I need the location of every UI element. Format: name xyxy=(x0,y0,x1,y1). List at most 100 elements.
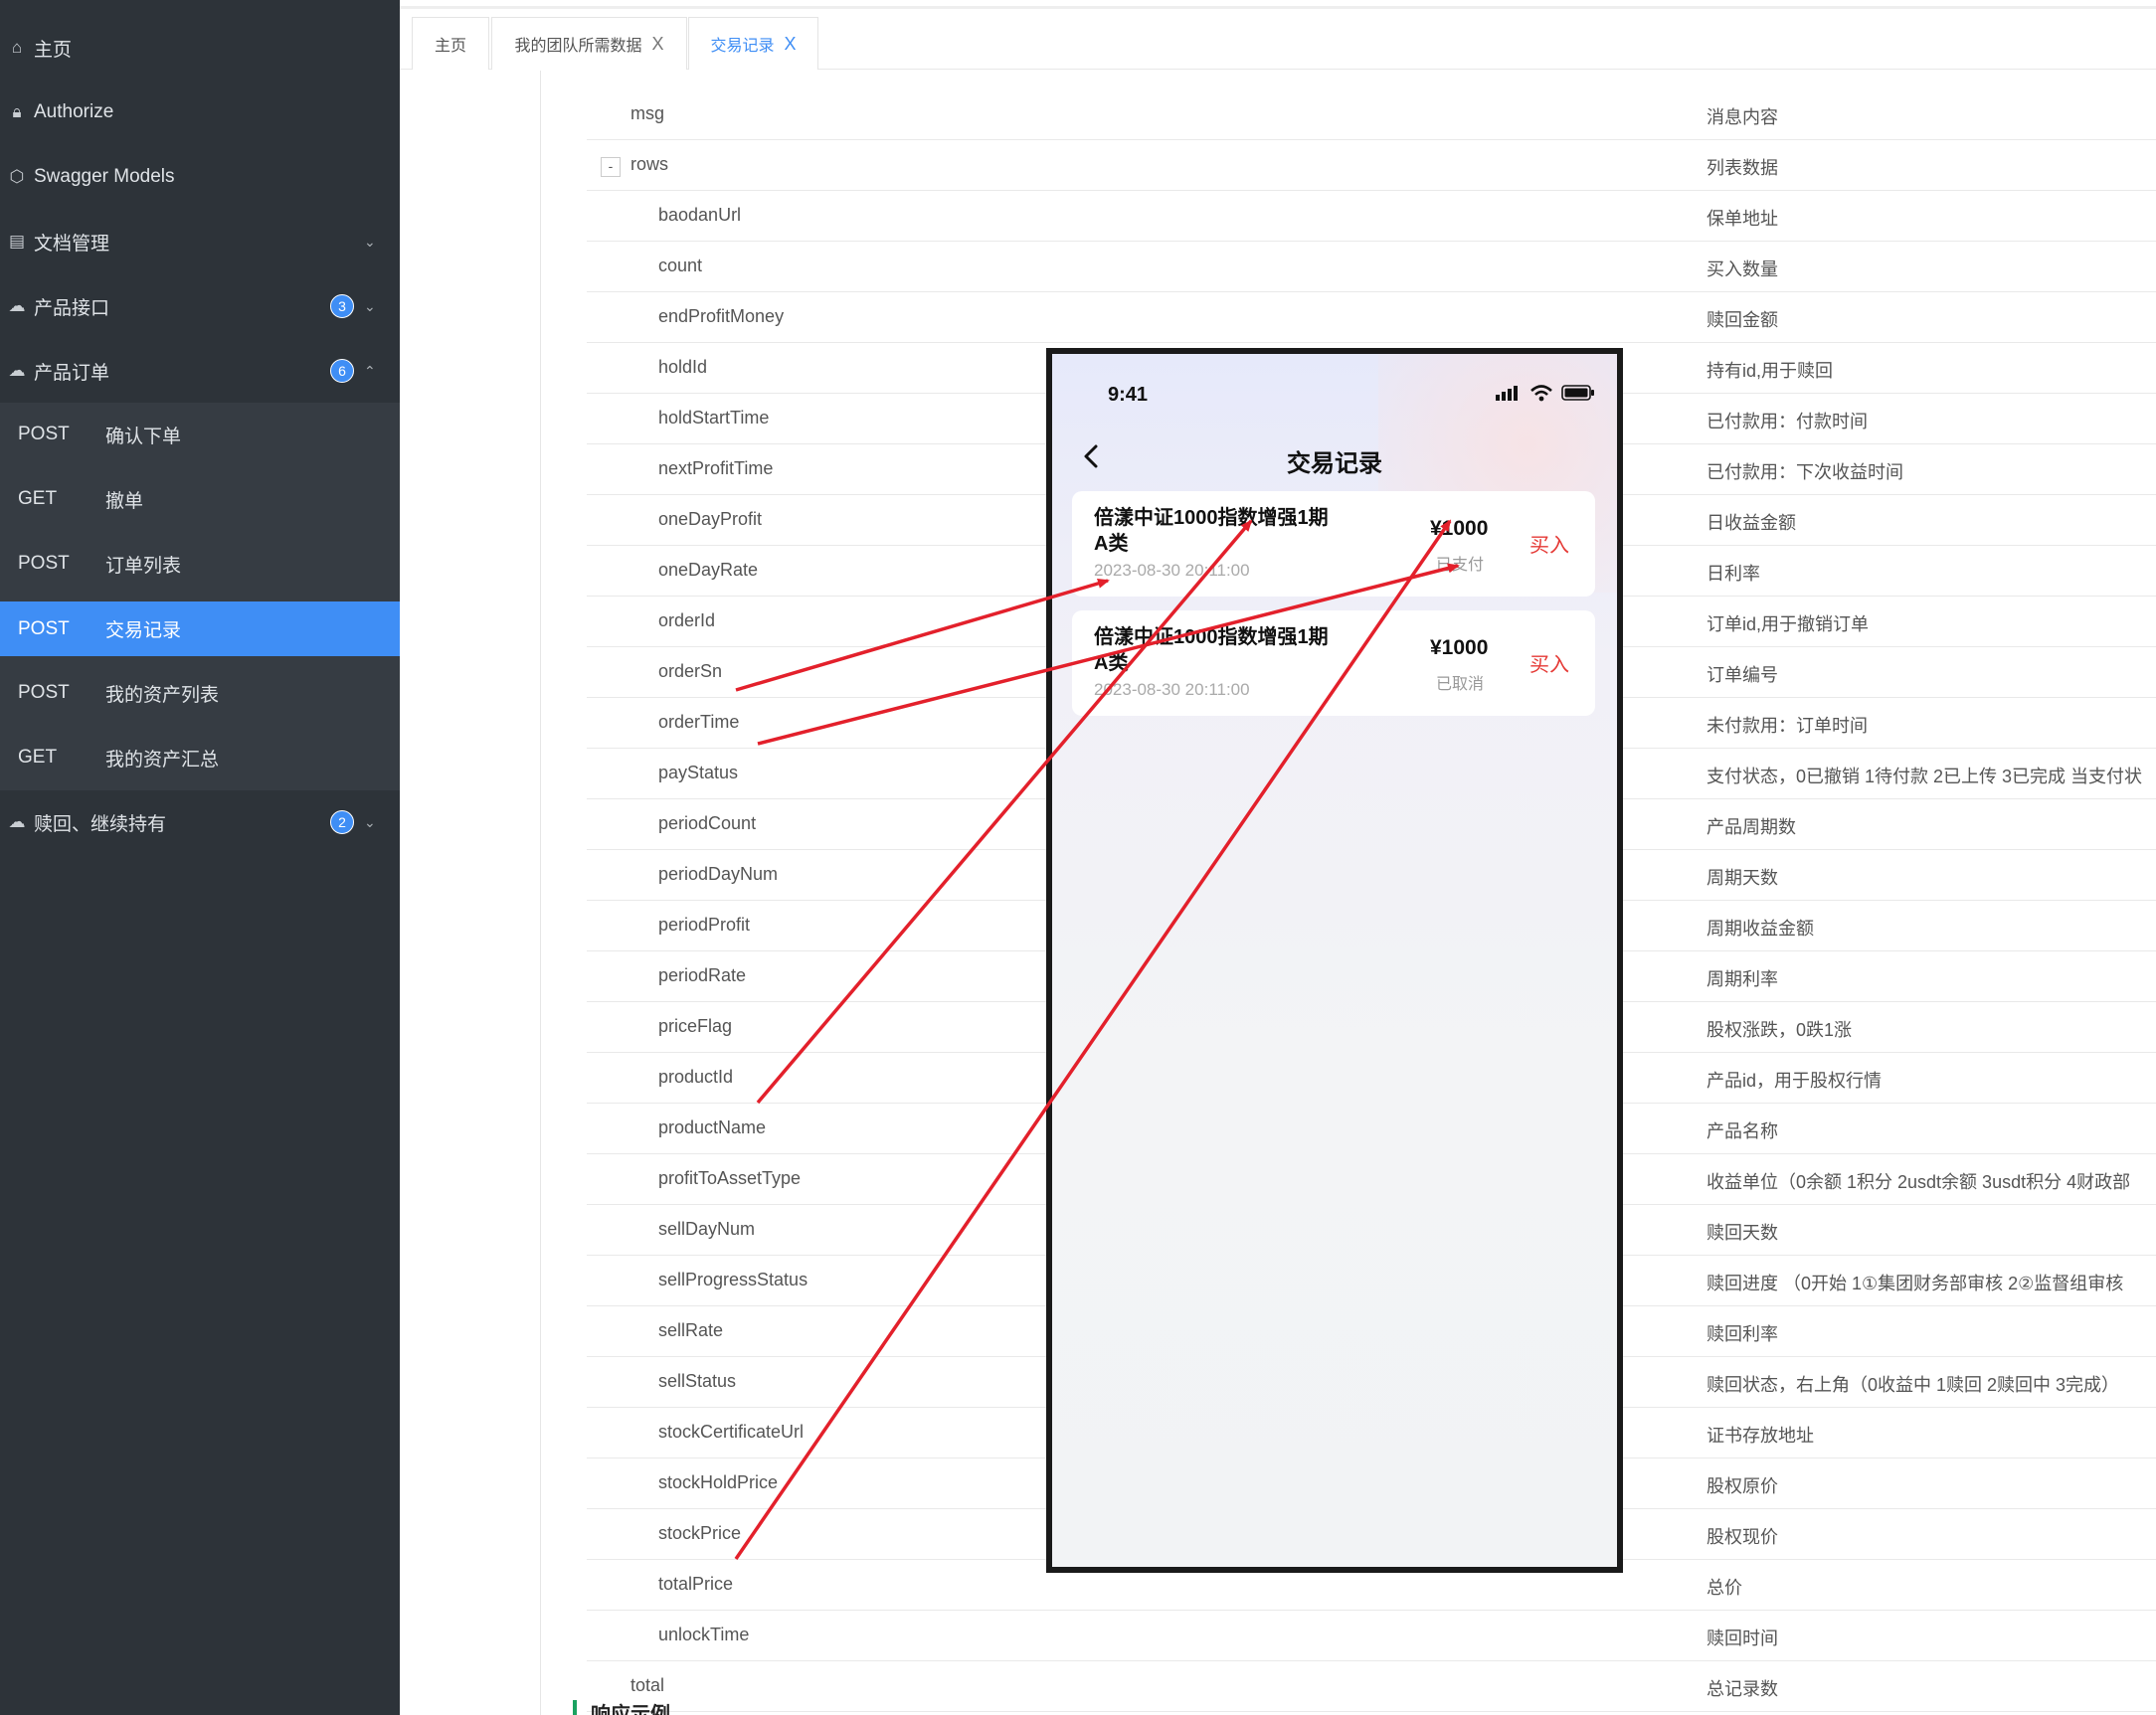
field-row: unlockTime 赎回时间 xyxy=(587,1611,2156,1661)
nav-doc-management[interactable]: ▤ 文档管理 ⌄ xyxy=(0,210,400,273)
field-name: sellStatus xyxy=(658,1371,737,1391)
nav-authorize[interactable]: 🔒︎ Authorize xyxy=(0,81,400,144)
tab-label: 我的团队所需数据 xyxy=(514,38,642,55)
tab-bar: 主页 我的团队所需数据 X 交易记录 X xyxy=(400,0,2156,70)
field-description: 赎回利率 xyxy=(1707,1324,1778,1344)
field-name: sellProgressStatus xyxy=(658,1270,808,1289)
http-method: GET xyxy=(18,747,58,768)
product-name: 倍漾中证1000指数增强1期A类 xyxy=(1094,507,1329,555)
field-name: sellRate xyxy=(658,1320,724,1340)
tab-transaction-records[interactable]: 交易记录 X xyxy=(688,17,818,70)
transaction-card[interactable]: 倍漾中证1000指数增强1期A类 2023-08-30 20:11:00 ¥10… xyxy=(1072,610,1595,716)
tree-guide-line xyxy=(540,71,541,1715)
chevron-down-icon: ⌄ xyxy=(364,233,376,250)
nav-label: 文档管理 xyxy=(34,233,110,255)
total-price: ¥1000 xyxy=(1430,636,1489,659)
status-icons xyxy=(1496,384,1595,402)
field-description: 周期天数 xyxy=(1707,868,1778,888)
field-description: 持有id,用于赎回 xyxy=(1707,361,1834,381)
subnav-asset-list[interactable]: POST 我的资产列表 xyxy=(0,661,400,725)
collapse-toggle[interactable]: - xyxy=(601,157,621,177)
field-row: msg 消息内容 xyxy=(587,89,2156,140)
field-name: orderSn xyxy=(658,661,723,681)
field-description: 日利率 xyxy=(1707,564,1760,584)
subnav-asset-summary[interactable]: GET 我的资产汇总 xyxy=(0,726,400,789)
http-method: POST xyxy=(18,682,70,703)
field-name: nextProfitTime xyxy=(658,458,774,478)
field-description: 周期收益金额 xyxy=(1707,919,1814,939)
field-description: 股权现价 xyxy=(1707,1527,1778,1547)
field-row: baodanUrl 保单地址 xyxy=(587,191,2156,242)
nav-home[interactable]: ⌂ 主页 xyxy=(0,16,400,80)
field-description: 赎回金额 xyxy=(1707,310,1778,330)
field-description: 总价 xyxy=(1707,1578,1742,1598)
field-description: 订单编号 xyxy=(1707,665,1778,685)
status-time: 9:41 xyxy=(1108,384,1149,406)
nav-label: 产品接口 xyxy=(34,297,110,319)
buy-button[interactable]: 买入 xyxy=(1529,648,1569,677)
field-name: holdId xyxy=(658,357,708,377)
transaction-card[interactable]: 倍漾中证1000指数增强1期A类 2023-08-30 20:11:00 ¥10… xyxy=(1072,491,1595,597)
tab-label: 主页 xyxy=(434,38,466,55)
response-example-heading: 响应示例 xyxy=(573,1700,670,1715)
subnav-order-list[interactable]: POST 订单列表 xyxy=(0,532,400,596)
nav-product-api[interactable]: ☁ 产品接口 3 ⌄ xyxy=(0,274,400,338)
tab-label: 交易记录 xyxy=(710,38,775,55)
count-badge: 6 xyxy=(330,359,354,383)
field-name: productName xyxy=(658,1117,767,1137)
chevron-up-icon: ⌃ xyxy=(364,362,376,379)
field-name: oneDayProfit xyxy=(658,509,763,529)
field-name: profitToAssetType xyxy=(658,1168,802,1188)
close-icon[interactable]: X xyxy=(785,34,797,55)
nav-product-order[interactable]: ☁ 产品订单 6 ⌃ xyxy=(0,339,400,403)
field-row: total 总记录数 xyxy=(587,1661,2156,1712)
field-row: endProfitMoney 赎回金额 xyxy=(587,292,2156,343)
field-description: 赎回天数 xyxy=(1707,1223,1778,1243)
field-name: oneDayRate xyxy=(658,560,759,580)
nav-label: Swagger Models xyxy=(34,166,175,187)
field-description: 支付状态，0已撤销 1待付款 2已上传 3已完成 当支付状 xyxy=(1707,767,2143,786)
chevron-down-icon: ⌄ xyxy=(364,297,376,314)
cloud-icon: ☁ xyxy=(8,812,26,831)
field-row: - rows 列表数据 xyxy=(587,140,2156,191)
http-method: GET xyxy=(18,488,58,509)
http-method: POST xyxy=(18,553,70,574)
field-description: 列表数据 xyxy=(1707,158,1778,178)
field-name: baodanUrl xyxy=(658,205,742,225)
field-description: 产品周期数 xyxy=(1707,817,1796,837)
field-description: 保单地址 xyxy=(1707,209,1778,229)
field-description: 收益单位（0余额 1积分 2usdt余额 3usdt积分 4财政部 xyxy=(1707,1172,2131,1192)
total-price: ¥1000 xyxy=(1430,517,1489,540)
field-name: endProfitMoney xyxy=(658,306,785,326)
field-name: rows xyxy=(630,154,669,174)
field-description: 消息内容 xyxy=(1707,107,1778,127)
close-icon[interactable]: X xyxy=(652,34,664,55)
nav-label: 赎回、继续持有 xyxy=(34,813,167,835)
nav-redeem-hold[interactable]: ☁ 赎回、继续持有 2 ⌄ xyxy=(0,790,400,854)
http-method: POST xyxy=(18,424,70,444)
sidebar: ⌂ 主页 🔒︎ Authorize ⬡ Swagger Models ▤ 文档管… xyxy=(0,0,400,1715)
field-description: 买入数量 xyxy=(1707,259,1778,279)
subnav-cancel-order[interactable]: GET 撤单 xyxy=(0,467,400,531)
subnav-label: 撤单 xyxy=(105,490,144,512)
field-name: stockPrice xyxy=(658,1523,742,1543)
field-row: count 买入数量 xyxy=(587,242,2156,292)
pay-status: 已取消 xyxy=(1436,676,1485,693)
nav-swagger-models[interactable]: ⬡ Swagger Models xyxy=(0,145,400,209)
tab-team-data[interactable]: 我的团队所需数据 X xyxy=(491,17,687,70)
wifi-icon xyxy=(1530,385,1552,402)
subnav-transaction-records[interactable]: POST 交易记录 xyxy=(0,601,400,656)
field-name: msg xyxy=(630,103,665,123)
doc-settings-icon: ▤ xyxy=(8,232,26,251)
subnav-label: 订单列表 xyxy=(105,555,182,577)
battery-icon xyxy=(1561,385,1594,401)
subnav-confirm-order[interactable]: POST 确认下单 xyxy=(0,403,400,466)
field-description: 赎回状态，右上角（0收益中 1赎回 2赎回中 3完成） xyxy=(1707,1375,2120,1395)
field-description: 产品id，用于股权行情 xyxy=(1707,1071,1883,1091)
subnav-label: 确认下单 xyxy=(105,426,182,447)
tab-home[interactable]: 主页 xyxy=(412,17,489,70)
http-method: POST xyxy=(18,617,70,639)
buy-button[interactable]: 买入 xyxy=(1529,529,1569,558)
subnav-label: 我的资产列表 xyxy=(105,684,220,706)
field-name: holdStartTime xyxy=(658,408,770,428)
